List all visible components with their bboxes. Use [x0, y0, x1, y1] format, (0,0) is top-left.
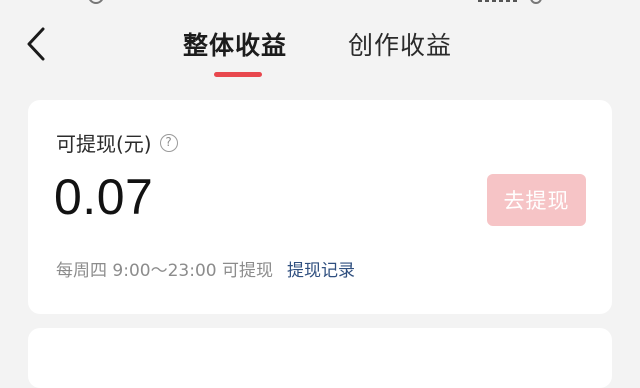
header: 整体收益 创作收益: [0, 0, 640, 90]
next-card: [28, 328, 612, 388]
withdrawable-card: 可提现(元) ? 0.07 去提现 每周四 9:00～23:00 可提现 提现记…: [28, 100, 612, 314]
tab-overall-earnings[interactable]: 整体收益: [183, 26, 287, 62]
withdraw-schedule-text: 每周四 9:00～23:00 可提现: [56, 261, 273, 281]
withdrawable-label: 可提现(元): [56, 132, 152, 156]
tab-bar: 整体收益 创作收益: [0, 20, 640, 80]
help-icon[interactable]: ?: [159, 133, 178, 152]
withdrawable-label-row: 可提现(元) ?: [56, 128, 178, 157]
withdraw-records-link[interactable]: 提现记录: [287, 256, 355, 281]
withdraw-button[interactable]: 去提现: [487, 174, 586, 226]
active-tab-indicator: [214, 72, 262, 77]
withdrawable-amount: 0.07: [54, 169, 154, 225]
tab-creation-earnings[interactable]: 创作收益: [348, 26, 452, 62]
withdraw-info-row: 每周四 9:00～23:00 可提现 提现记录: [56, 256, 355, 281]
